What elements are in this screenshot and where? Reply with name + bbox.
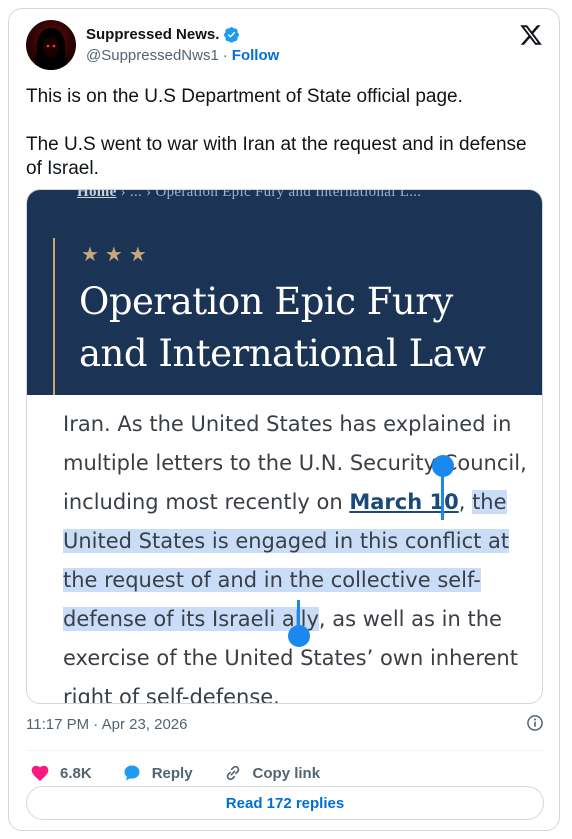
page-title-line: and International Law bbox=[79, 332, 486, 375]
article-text: including most recently on bbox=[63, 490, 350, 514]
breadcrumb-path: › ... › Operation Epic Fury and Internat… bbox=[120, 189, 422, 200]
reply-label: Reply bbox=[151, 764, 193, 782]
selection-start-stem bbox=[441, 470, 444, 520]
page-title-line: Operation Epic Fury bbox=[79, 280, 453, 323]
like-count: 6.8K bbox=[60, 764, 92, 782]
article-line: United States is engaged in this conflic… bbox=[63, 522, 533, 561]
author-name-row: Suppressed News. bbox=[86, 26, 240, 43]
stars-icon: ★★★ bbox=[81, 244, 153, 266]
article-line: Iran. As the United States has explained… bbox=[63, 412, 512, 436]
avatar[interactable] bbox=[26, 20, 76, 70]
copy-link-button[interactable]: Copy link bbox=[223, 763, 321, 783]
media-image[interactable]: Home › ... › Operation Epic Fury and Int… bbox=[26, 189, 543, 704]
banner-accent-line bbox=[53, 238, 55, 395]
article-line: right of self-defense. bbox=[63, 685, 280, 704]
tweet-card: Suppressed News. @SuppressedNws1 · Follo… bbox=[8, 8, 560, 831]
reply-bubble-icon bbox=[124, 765, 140, 781]
selected-text: the request of and in the collective sel… bbox=[63, 568, 481, 592]
selected-text: defense of its Israeli ally bbox=[63, 607, 319, 631]
article-line: multiple letters to the U.N. Security Co… bbox=[63, 451, 527, 475]
handle-row: @SuppressedNws1 · Follow bbox=[86, 47, 279, 64]
article-text: , as well as in the bbox=[318, 607, 502, 631]
tweet-paragraph: The U.S went to war with Iran at the req… bbox=[26, 134, 527, 179]
hooded-figure-icon bbox=[34, 28, 68, 70]
x-logo-icon[interactable] bbox=[519, 23, 543, 47]
link-icon bbox=[226, 765, 239, 781]
action-bar: 6.8K Reply Copy link bbox=[30, 757, 350, 789]
tweet-text: This is on the U.S Department of State o… bbox=[26, 85, 546, 205]
selection-end-handle[interactable] bbox=[288, 625, 310, 647]
reply-button[interactable]: Reply bbox=[122, 763, 193, 783]
heart-icon bbox=[31, 765, 49, 781]
breadcrumb: Home › ... › Operation Epic Fury and Int… bbox=[77, 189, 422, 201]
selected-text: the bbox=[472, 490, 507, 514]
divider bbox=[26, 750, 544, 751]
breadcrumb-home: Home bbox=[77, 189, 117, 200]
article-body: Iran. As the United States has explained… bbox=[63, 405, 533, 704]
read-replies-label: Read 172 replies bbox=[225, 794, 345, 812]
article-text: , bbox=[458, 490, 473, 514]
page-title: Operation Epic Fury and International La… bbox=[79, 276, 519, 380]
read-replies-button[interactable]: Read 172 replies bbox=[26, 786, 544, 820]
page-banner: Home › ... › Operation Epic Fury and Int… bbox=[27, 189, 542, 395]
display-name[interactable]: Suppressed News. bbox=[86, 26, 219, 43]
article-line: including most recently on March 10, the bbox=[63, 483, 533, 522]
separator: · bbox=[222, 47, 228, 64]
follow-button[interactable]: Follow bbox=[232, 47, 280, 64]
selected-text: United States is engaged in this conflic… bbox=[63, 529, 510, 553]
info-icon[interactable] bbox=[525, 713, 545, 733]
copy-link-label: Copy link bbox=[252, 764, 321, 782]
timestamp[interactable]: 11:17 PM · Apr 23, 2026 bbox=[26, 716, 188, 733]
tweet-paragraph: This is on the U.S Department of State o… bbox=[26, 86, 463, 107]
article-line: the request of and in the collective sel… bbox=[63, 561, 533, 600]
like-button[interactable]: 6.8K bbox=[30, 763, 92, 783]
verified-badge-icon bbox=[224, 27, 240, 43]
handle[interactable]: @SuppressedNws1 bbox=[86, 47, 219, 64]
